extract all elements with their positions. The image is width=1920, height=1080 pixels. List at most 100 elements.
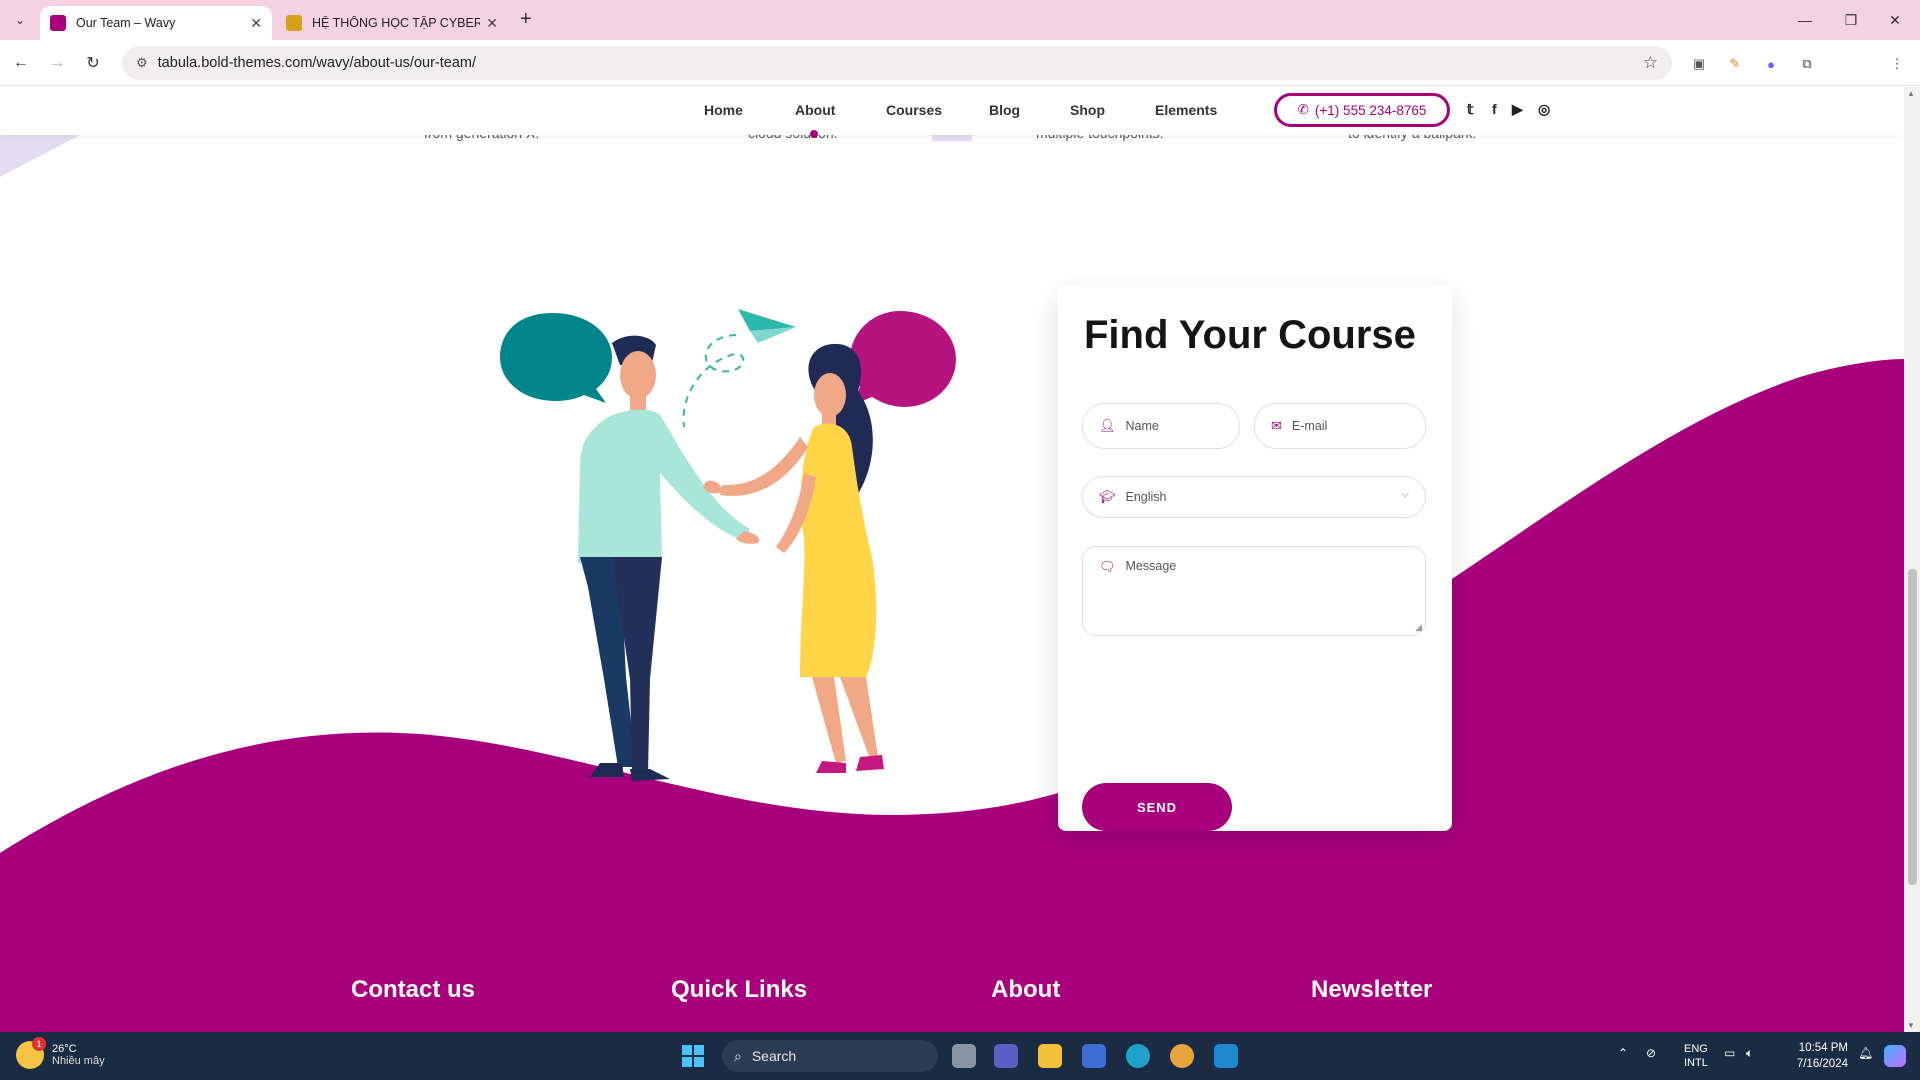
nav-blog[interactable]: Blog (989, 102, 1020, 118)
site-header-nav: Home About Courses Blog Shop Elements ✆ … (0, 87, 1904, 135)
decorative-corner-shape (0, 135, 80, 177)
resize-handle-icon[interactable]: ◢ (1415, 622, 1422, 633)
nav-elements[interactable]: Elements (1155, 102, 1217, 118)
task-view-icon[interactable] (952, 1044, 976, 1068)
facebook-icon[interactable]: f (1492, 101, 1497, 117)
footer-heading-contact: Contact us (351, 976, 476, 1003)
taskbar-search[interactable]: ⌕ Search (722, 1040, 938, 1072)
file-explorer-icon[interactable] (1038, 1044, 1062, 1068)
language-indicator[interactable]: ENG INTL (1684, 1042, 1708, 1070)
phone-number: (+1) 555 234-8765 (1314, 102, 1427, 118)
tab-search-button[interactable]: ⌄ (6, 8, 34, 32)
page-scrollbar[interactable]: ▲ ▼ (1904, 87, 1920, 1032)
nav-about[interactable]: About (795, 102, 835, 118)
message-placeholder: Message (1125, 559, 1177, 573)
footer-heading-newsletter: Newsletter (1311, 976, 1433, 1003)
weather-desc: Nhiều mây (52, 1055, 105, 1067)
search-icon: ⌕ (734, 1047, 742, 1064)
drop-extension-icon[interactable]: ● (1760, 53, 1782, 75)
speech-bubble-teal (500, 313, 612, 403)
footer-heading-about: About (991, 976, 1061, 1003)
clock-date: 7/16/2024 (1796, 1058, 1848, 1070)
menu-kebab-icon[interactable]: ⋮ (1886, 53, 1908, 75)
phone-button[interactable]: ✆ (+1) 555 234-8765 (1274, 93, 1450, 127)
message-textarea[interactable]: 🗨︎ Message ◢ (1082, 546, 1426, 636)
name-field[interactable]: 👤︎ Name (1082, 403, 1240, 449)
envelope-icon: ✉ (1271, 418, 1282, 433)
chevron-up-icon[interactable]: ⌃ (1618, 1046, 1628, 1060)
color-picker-extension-icon[interactable]: ✎ (1724, 53, 1746, 75)
instagram-icon[interactable]: ◎ (1538, 101, 1550, 118)
send-button[interactable]: SEND (1082, 783, 1232, 831)
store-icon[interactable] (1082, 1044, 1106, 1068)
cybersoft-favicon-icon (286, 15, 302, 31)
teams-icon[interactable] (994, 1044, 1018, 1068)
notification-bell-icon[interactable]: 🔔︎ (1858, 1046, 1873, 1060)
close-window-icon[interactable]: ✕ (1872, 6, 1918, 34)
volume-icon[interactable]: 🔈︎ (1746, 1046, 1753, 1061)
form-title: Find Your Course (1084, 313, 1416, 357)
cloudy-weather-icon: 1 (16, 1037, 46, 1069)
graduation-cap-icon: 🎓︎ (1099, 489, 1116, 504)
new-tab-button[interactable]: + (520, 8, 532, 31)
wavy-favicon-icon (50, 15, 66, 31)
phone-icon: ✆ (1297, 102, 1309, 117)
copilot-icon[interactable] (1884, 1045, 1906, 1067)
browser-tab-strip: ⌄ Our Team – Wavy ✕ HỆ THỐNG HỌC TẬP CYB… (0, 0, 1920, 40)
browser-toolbar: ← → ↻ ⚙ tabula.bold-themes.com/wavy/abou… (0, 40, 1920, 114)
bookmark-star-icon[interactable]: ☆ (1643, 53, 1658, 73)
weather-temp: 26°C (52, 1043, 77, 1055)
site-info-icon[interactable]: ⚙ (136, 55, 148, 71)
close-tab-icon[interactable]: ✕ (486, 15, 498, 32)
footer-heading-quick-links: Quick Links (671, 976, 808, 1003)
lang-bottom: INTL (1684, 1057, 1708, 1069)
nav-home[interactable]: Home (704, 102, 743, 118)
people-greeting-illustration (500, 309, 956, 781)
email-field[interactable]: ✉ E-mail (1254, 403, 1426, 449)
forward-icon[interactable]: → (44, 50, 70, 76)
scroll-up-icon[interactable]: ▲ (1907, 89, 1915, 98)
display-icon[interactable]: ▭ (1724, 1046, 1735, 1060)
weather-widget[interactable]: 1 26°C Nhiều mây (16, 1037, 105, 1069)
tab-title: Our Team – Wavy (76, 16, 176, 30)
clock-time: 10:54 PM (1798, 1042, 1848, 1054)
chrome-icon[interactable] (1170, 1044, 1194, 1068)
tab-our-team[interactable]: Our Team – Wavy ✕ (40, 6, 272, 40)
lang-top: ENG (1684, 1043, 1708, 1055)
system-clock[interactable]: 10:54 PM 7/16/2024 (1772, 1040, 1848, 1072)
find-course-form: Find Your Course 👤︎ Name ✉ E-mail 🎓︎ Eng… (1058, 286, 1452, 831)
url-text: tabula.bold-themes.com/wavy/about-us/our… (157, 55, 477, 71)
windows-start-icon[interactable] (682, 1045, 704, 1067)
edge-icon[interactable] (1126, 1044, 1150, 1068)
scrollbar-thumb[interactable] (1908, 569, 1917, 885)
user-icon: 👤︎ (1099, 418, 1116, 433)
search-label: Search (751, 1048, 797, 1064)
back-icon[interactable]: ← (8, 50, 34, 76)
nav-courses[interactable]: Courses (886, 102, 942, 118)
address-bar[interactable]: ⚙ tabula.bold-themes.com/wavy/about-us/o… (122, 46, 1672, 80)
tab-title: HỆ THỐNG HỌC TẬP CYBERSO (312, 16, 481, 30)
cast-icon[interactable]: ▣ (1688, 53, 1710, 75)
scroll-down-icon[interactable]: ▼ (1907, 1021, 1915, 1030)
email-placeholder: E-mail (1291, 419, 1328, 433)
reload-icon[interactable]: ↻ (80, 50, 106, 76)
language-select[interactable]: 🎓︎ English ⌵ (1082, 476, 1426, 518)
twitter-icon[interactable]: 𝕥 (1467, 101, 1474, 118)
network-off-icon[interactable]: ⊘ (1646, 1046, 1656, 1060)
windows-taskbar: 1 26°C Nhiều mây ⌕ Search ⌃ ⊘ ENG INTL ▭… (0, 1032, 1920, 1080)
paper-plane (738, 309, 796, 331)
tab-cybersoft[interactable]: HỆ THỐNG HỌC TẬP CYBERSO ✕ (276, 6, 508, 40)
active-nav-dot (810, 130, 818, 138)
vscode-icon[interactable] (1214, 1044, 1238, 1068)
chat-bubble-icon: 🗨︎ (1099, 559, 1116, 574)
close-tab-icon[interactable]: ✕ (250, 15, 262, 32)
youtube-icon[interactable]: ▶ (1512, 101, 1523, 118)
extensions-icon[interactable]: ⧉ (1796, 53, 1818, 75)
minimize-icon[interactable]: — (1782, 6, 1828, 34)
page-viewport: from generation X. cloud solution. multi… (0, 87, 1904, 1032)
name-placeholder: Name (1125, 419, 1159, 433)
speech-bubble-magenta (850, 311, 956, 407)
chevron-down-icon: ⌵ (1401, 489, 1409, 500)
nav-shop[interactable]: Shop (1070, 102, 1105, 118)
restore-icon[interactable]: ❐ (1828, 6, 1874, 34)
